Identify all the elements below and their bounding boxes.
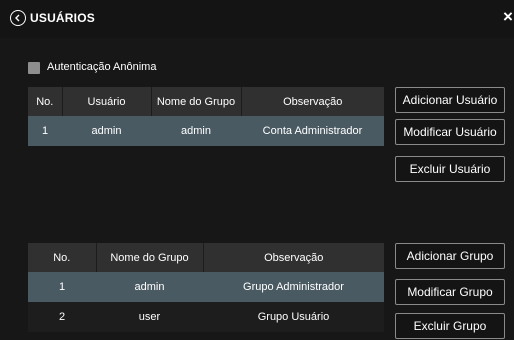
cell-note: Grupo Administrador <box>203 272 384 302</box>
column-header-group-name: Nome do Grupo <box>150 87 241 116</box>
delete-user-button[interactable]: Excluir Usuário <box>395 156 505 182</box>
column-header-user: Usuário <box>61 87 151 116</box>
column-header-note: Observação <box>240 87 384 116</box>
cell-user: admin <box>62 116 151 146</box>
modify-user-button[interactable]: Modificar Usuário <box>395 119 505 145</box>
cell-no: 1 <box>28 272 96 302</box>
page-title: USUÁRIOS <box>30 11 95 25</box>
add-user-button[interactable]: Adicionar Usuário <box>395 87 505 113</box>
groups-table-header: No. Nome do Grupo Observação <box>28 243 384 272</box>
delete-group-button[interactable]: Excluir Grupo <box>395 313 505 339</box>
column-header-no: No. <box>28 243 96 272</box>
title-bar: USUÁRIOS × <box>0 0 514 38</box>
table-row[interactable]: 1 admin Grupo Administrador <box>28 272 384 302</box>
anonymous-auth-label: Autenticação Anônima <box>47 61 157 73</box>
cell-group: admin <box>151 116 241 146</box>
users-table-header: No. Usuário Nome do Grupo Observação <box>28 87 384 116</box>
cell-group: admin <box>96 272 203 302</box>
cell-note: Conta Administrador <box>241 116 384 146</box>
groups-table: No. Nome do Grupo Observação 1 admin Gru… <box>28 243 384 332</box>
table-row[interactable]: 2 user Grupo Usuário <box>28 302 384 332</box>
cell-note: Grupo Usuário <box>203 302 384 332</box>
add-group-button[interactable]: Adicionar Grupo <box>395 243 505 269</box>
column-header-no: No. <box>28 87 62 116</box>
table-row[interactable]: 1 admin admin Conta Administrador <box>28 116 384 146</box>
close-button[interactable]: × <box>503 8 513 25</box>
cell-no: 2 <box>28 302 96 332</box>
anonymous-auth-checkbox[interactable] <box>28 62 40 74</box>
column-header-note: Observação <box>202 243 384 272</box>
cell-no: 1 <box>28 116 62 146</box>
modify-group-button[interactable]: Modificar Grupo <box>395 279 505 305</box>
chevron-left-icon <box>15 14 20 22</box>
column-header-group-name: Nome do Grupo <box>95 243 203 272</box>
back-button[interactable] <box>10 10 26 26</box>
users-table: No. Usuário Nome do Grupo Observação 1 a… <box>28 87 384 146</box>
cell-group: user <box>96 302 203 332</box>
